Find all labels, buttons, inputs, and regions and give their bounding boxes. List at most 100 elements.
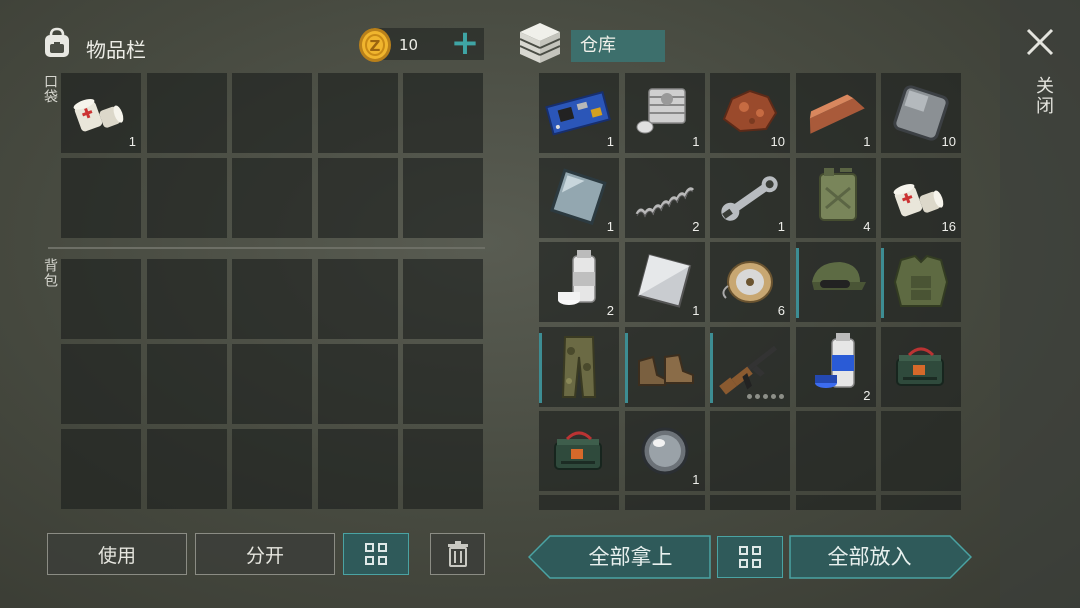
inventory-slot[interactable]: [881, 242, 961, 322]
explosive-charge-icon: [539, 411, 619, 491]
inventory-slot[interactable]: 1: [624, 242, 705, 322]
inventory-slot[interactable]: 10: [881, 73, 961, 153]
empty-slot[interactable]: [317, 344, 398, 424]
item-count: 1: [692, 472, 700, 487]
use-button[interactable]: 使用: [47, 533, 187, 575]
empty-slot[interactable]: [539, 495, 619, 510]
empty-slot[interactable]: [403, 158, 483, 238]
empty-slot[interactable]: [624, 495, 705, 510]
split-button[interactable]: 分开: [195, 533, 335, 575]
inventory-slot[interactable]: 1: [539, 73, 619, 153]
inventory-slot[interactable]: 2: [539, 242, 619, 322]
backpack-label: 背包: [42, 258, 58, 288]
empty-slot[interactable]: [232, 429, 312, 509]
empty-slot[interactable]: [710, 411, 790, 491]
empty-slot[interactable]: [146, 429, 227, 509]
empty-slot[interactable]: [146, 158, 227, 238]
inventory-slot[interactable]: [624, 326, 705, 407]
inventory-slot[interactable]: 1: [539, 157, 619, 238]
inventory-slot[interactable]: 10: [710, 73, 790, 153]
item-count: 16: [941, 218, 956, 234]
inventory-slot[interactable]: [795, 242, 876, 322]
camo-pants-icon: [539, 327, 619, 407]
empty-slot[interactable]: [403, 344, 483, 424]
inventory-slot[interactable]: [539, 411, 619, 491]
item-count: 10: [770, 134, 785, 149]
section-divider: [48, 247, 485, 249]
take-all-label: 全部拿上: [588, 545, 673, 569]
empty-slot[interactable]: [317, 259, 398, 339]
empty-slot[interactable]: [795, 411, 876, 491]
inventory-slot[interactable]: [539, 326, 619, 407]
inventory-slot[interactable]: 1: [61, 73, 141, 153]
empty-slot[interactable]: [710, 495, 790, 510]
item-count: 1: [606, 134, 614, 149]
item-count: 1: [606, 218, 614, 234]
inventory-sort-button[interactable]: [343, 533, 409, 575]
backpack-icon: [40, 26, 74, 60]
empty-slot[interactable]: [61, 158, 141, 238]
empty-slot[interactable]: [232, 344, 312, 424]
empty-slot[interactable]: [317, 158, 398, 238]
svg-text:Z: Z: [370, 37, 381, 55]
coin-icon: Z: [356, 26, 394, 64]
empty-slot[interactable]: [317, 429, 398, 509]
inventory-slot[interactable]: 1: [624, 411, 705, 491]
inventory-slot[interactable]: [881, 326, 961, 407]
inventory-slot[interactable]: [710, 326, 790, 407]
boots-icon: [625, 327, 705, 407]
empty-slot[interactable]: [232, 259, 312, 339]
inventory-slot[interactable]: 4: [795, 157, 876, 238]
empty-slot[interactable]: [232, 73, 312, 153]
take-all-button[interactable]: 全部拿上: [528, 535, 711, 579]
item-count: 10: [941, 134, 956, 149]
item-count: 2: [863, 387, 871, 403]
inventory-title: 物品栏: [86, 38, 146, 62]
grid-icon: [365, 543, 387, 565]
empty-slot[interactable]: [403, 73, 483, 153]
empty-slot[interactable]: [881, 411, 961, 491]
trash-icon: [447, 541, 468, 567]
empty-slot[interactable]: [795, 495, 876, 510]
empty-slot[interactable]: [61, 429, 141, 509]
discard-button[interactable]: [430, 533, 485, 575]
add-coins-button[interactable]: +: [450, 25, 480, 61]
empty-slot[interactable]: [403, 259, 483, 339]
inventory-slot[interactable]: 16: [881, 157, 961, 238]
item-count: 1: [128, 134, 136, 149]
item-count: 2: [606, 303, 614, 318]
item-count: 1: [777, 218, 785, 234]
empty-slot[interactable]: [146, 259, 227, 339]
pocket-label: 口袋: [42, 74, 58, 104]
item-count: 4: [863, 218, 871, 234]
item-count: 2: [692, 218, 700, 234]
empty-slot[interactable]: [317, 73, 398, 153]
item-count: 1: [692, 134, 700, 149]
empty-slot[interactable]: [146, 73, 227, 153]
inventory-slot[interactable]: 2: [795, 326, 876, 407]
inventory-slot[interactable]: 6: [710, 242, 790, 322]
empty-slot[interactable]: [146, 344, 227, 424]
use-button-label: 使用: [97, 544, 136, 567]
storage-sort-button[interactable]: [717, 536, 783, 578]
empty-slot[interactable]: [61, 259, 141, 339]
put-all-label: 全部放入: [827, 545, 912, 569]
storage-title-field[interactable]: 仓库: [571, 30, 665, 62]
put-all-button[interactable]: 全部放入: [789, 535, 972, 579]
inventory-slot[interactable]: 2: [624, 157, 705, 238]
body-armor-icon: [881, 242, 961, 322]
close-icon: [1026, 28, 1054, 56]
inventory-slot[interactable]: 1: [624, 73, 705, 153]
inventory-slot[interactable]: 1: [795, 73, 876, 153]
item-count: 6: [777, 303, 785, 318]
close-label: 关闭: [1033, 76, 1054, 116]
coin-count: 10: [399, 36, 419, 54]
empty-slot[interactable]: [61, 344, 141, 424]
storage-box-icon: [516, 20, 564, 66]
military-cap-icon: [796, 242, 876, 322]
empty-slot[interactable]: [881, 495, 961, 510]
empty-slot[interactable]: [232, 158, 312, 238]
close-button[interactable]: 关闭: [1018, 24, 1062, 134]
empty-slot[interactable]: [403, 429, 483, 509]
inventory-slot[interactable]: 1: [710, 157, 790, 238]
